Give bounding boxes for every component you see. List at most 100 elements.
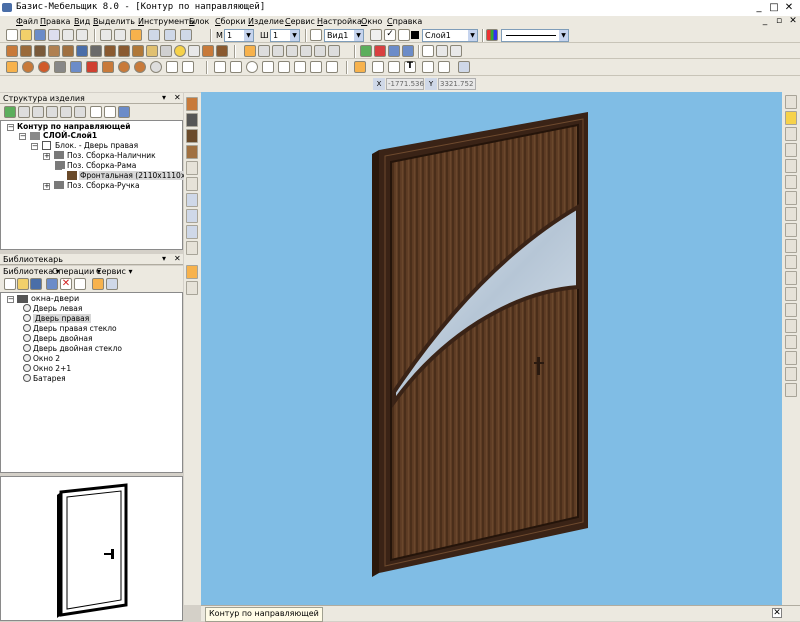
properties-icon[interactable] [388,45,400,57]
bulb-icon[interactable] [174,45,186,57]
sphere-icon[interactable] [22,61,34,73]
rtool-render-icon[interactable] [785,367,797,381]
panel-pin-icon[interactable]: ▾ [162,93,166,102]
tree-arrow-icon[interactable] [32,106,44,118]
offset-tool-icon[interactable] [310,61,322,73]
menu-view[interactable]: Вид [74,17,90,26]
library-item[interactable]: Окно 2+1 [23,364,71,373]
maximize-button[interactable]: □ [767,2,781,14]
library-delete-icon[interactable]: ✕ [60,278,72,290]
rtool-section-icon[interactable] [785,351,797,365]
library-item[interactable]: Дверь левая [23,304,82,313]
rtool-zoom-all-icon[interactable] [785,287,797,301]
array-icon[interactable] [328,45,340,57]
panel-icon[interactable] [6,45,18,57]
circle-tool-icon[interactable] [246,61,258,73]
rtool-shade-icon[interactable] [785,271,797,285]
move-icon[interactable] [258,45,270,57]
rtool-eye-icon[interactable] [785,95,797,109]
rotate-object-icon[interactable] [300,45,312,57]
trim-tool-icon[interactable] [326,61,338,73]
close-button[interactable]: ✕ [782,2,796,14]
angle-icon[interactable] [182,61,194,73]
grid-snap-icon[interactable] [354,61,366,73]
layer-select[interactable]: Слой1 ▼ [422,29,478,42]
minimize-button[interactable]: _ [752,2,766,14]
frame-icon[interactable] [48,45,60,57]
measure-icon[interactable] [436,45,448,57]
panel-close-icon[interactable]: ✕ [174,93,181,102]
polyline-tool-icon[interactable] [230,61,242,73]
library-item[interactable]: Батарея [23,374,66,383]
fastener-icon[interactable] [146,45,158,57]
extrude-icon[interactable] [34,45,46,57]
vtool-layout-icon[interactable] [186,209,198,223]
snap-icon[interactable] [6,61,18,73]
text-tool-icon[interactable]: T [404,61,416,73]
doc-close-button[interactable]: ✕ [786,16,800,28]
menu-tools[interactable]: Инструменты [138,17,195,26]
library-item[interactable]: Дверь двойная [23,334,93,343]
vtool-split-icon[interactable] [186,225,198,239]
tree-item-block[interactable]: Блок. - Дверь правая [55,141,138,150]
tab-document[interactable]: Контур по направляющей [205,607,323,622]
cone-icon[interactable] [134,61,146,73]
vtool-curve-icon[interactable] [186,161,198,175]
tree-item-frame[interactable]: Поз. Сборка-Рама [67,161,136,170]
vtool-grid-icon[interactable] [186,193,198,207]
lamp-icon[interactable] [160,45,172,57]
cylinder-icon[interactable] [38,61,50,73]
dimension-tool-icon[interactable] [388,61,400,73]
scale-icon[interactable] [314,45,326,57]
rtool-view-back-icon[interactable] [785,143,797,157]
cut-icon[interactable] [100,29,112,41]
rtool-iso-icon[interactable] [785,223,797,237]
line-style-select[interactable]: ▼ [501,29,569,42]
tree-item-casing[interactable]: Поз. Сборка-Наличник [67,151,156,160]
torus-icon[interactable] [118,61,130,73]
vtool-shape-icon[interactable] [186,177,198,191]
m-scale-select[interactable]: 1 ▼ [224,29,254,42]
axis-icon[interactable] [166,61,178,73]
panel-close-icon[interactable]: ✕ [174,254,181,263]
rtool-layer-icon[interactable] [785,383,797,397]
add-icon[interactable] [360,45,372,57]
lock-icon[interactable] [398,29,410,41]
dimension-icon[interactable] [450,45,462,57]
undo-icon[interactable] [62,29,74,41]
library-insert-icon[interactable] [46,278,58,290]
leader-tool-icon[interactable] [438,61,450,73]
ring-icon[interactable] [102,61,114,73]
view-select[interactable]: Вид1 ▼ [324,29,364,42]
vtool-select-icon[interactable] [186,265,198,279]
tree-collapse-icon[interactable]: − [7,124,14,131]
rtool-zoom-win-icon[interactable] [785,303,797,317]
doc-restore-button[interactable]: ▫ [772,16,786,28]
library-root[interactable]: окна-двери [31,294,79,303]
library-new-icon[interactable] [4,278,16,290]
library-item[interactable]: Дверь двойная стекло [23,344,122,353]
tree-link-icon[interactable] [46,106,58,118]
redo-icon[interactable] [76,29,88,41]
menu-file[interactable]: Файл [16,17,38,26]
menu-settings[interactable]: Настройка [317,17,362,26]
fillet-tool-icon[interactable] [294,61,306,73]
mirror-icon[interactable] [286,45,298,57]
rtool-view-left-icon[interactable] [785,159,797,173]
layers-icon[interactable] [370,29,382,41]
rtool-view-right-icon[interactable] [785,175,797,189]
rotate-icon[interactable] [180,29,192,41]
tree-expand-icon[interactable]: + [43,153,50,160]
delete-icon[interactable] [374,45,386,57]
facing-icon[interactable] [202,45,214,57]
pan-icon[interactable] [164,29,176,41]
spline-tool-icon[interactable] [278,61,290,73]
triangle-tool-icon[interactable] [458,61,470,73]
check-icon[interactable]: ✓ [384,29,396,41]
ortho-icon[interactable] [372,61,384,73]
tree-check-icon[interactable] [4,106,16,118]
library-open-icon[interactable] [17,278,29,290]
vtool-wood-icon[interactable] [186,129,198,143]
library-menu-service[interactable]: Сервис ▾ [96,267,132,276]
sort-desc-icon[interactable] [60,106,72,118]
